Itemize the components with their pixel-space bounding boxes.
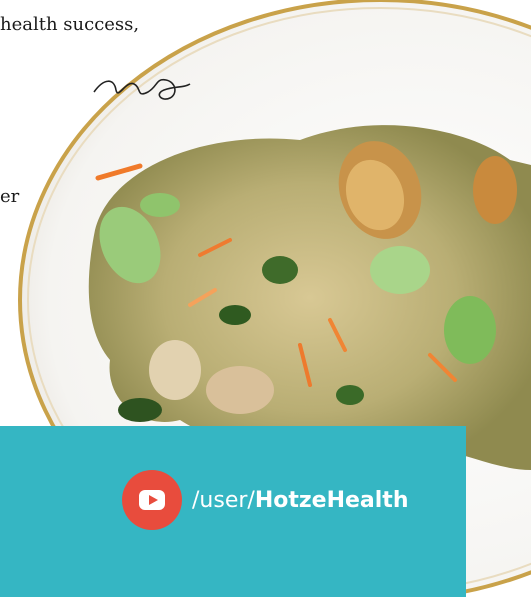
- left-social-handle[interactable]: h: [0, 476, 2, 524]
- youtube-path-prefix: /user/: [192, 487, 255, 513]
- flyer-page: health success, er h /user/HotzeHealth: [0, 0, 531, 597]
- youtube-link[interactable]: /user/HotzeHealth: [122, 470, 409, 530]
- handwritten-signature: [93, 78, 191, 100]
- letter-text-health-success: health success,: [0, 14, 140, 35]
- youtube-logo-shape: [139, 490, 165, 510]
- youtube-handle: HotzeHealth: [254, 487, 409, 513]
- letter-text-fragment: er: [0, 186, 20, 207]
- left-social-handle-text: h: [0, 488, 2, 513]
- youtube-play-icon: [122, 470, 182, 530]
